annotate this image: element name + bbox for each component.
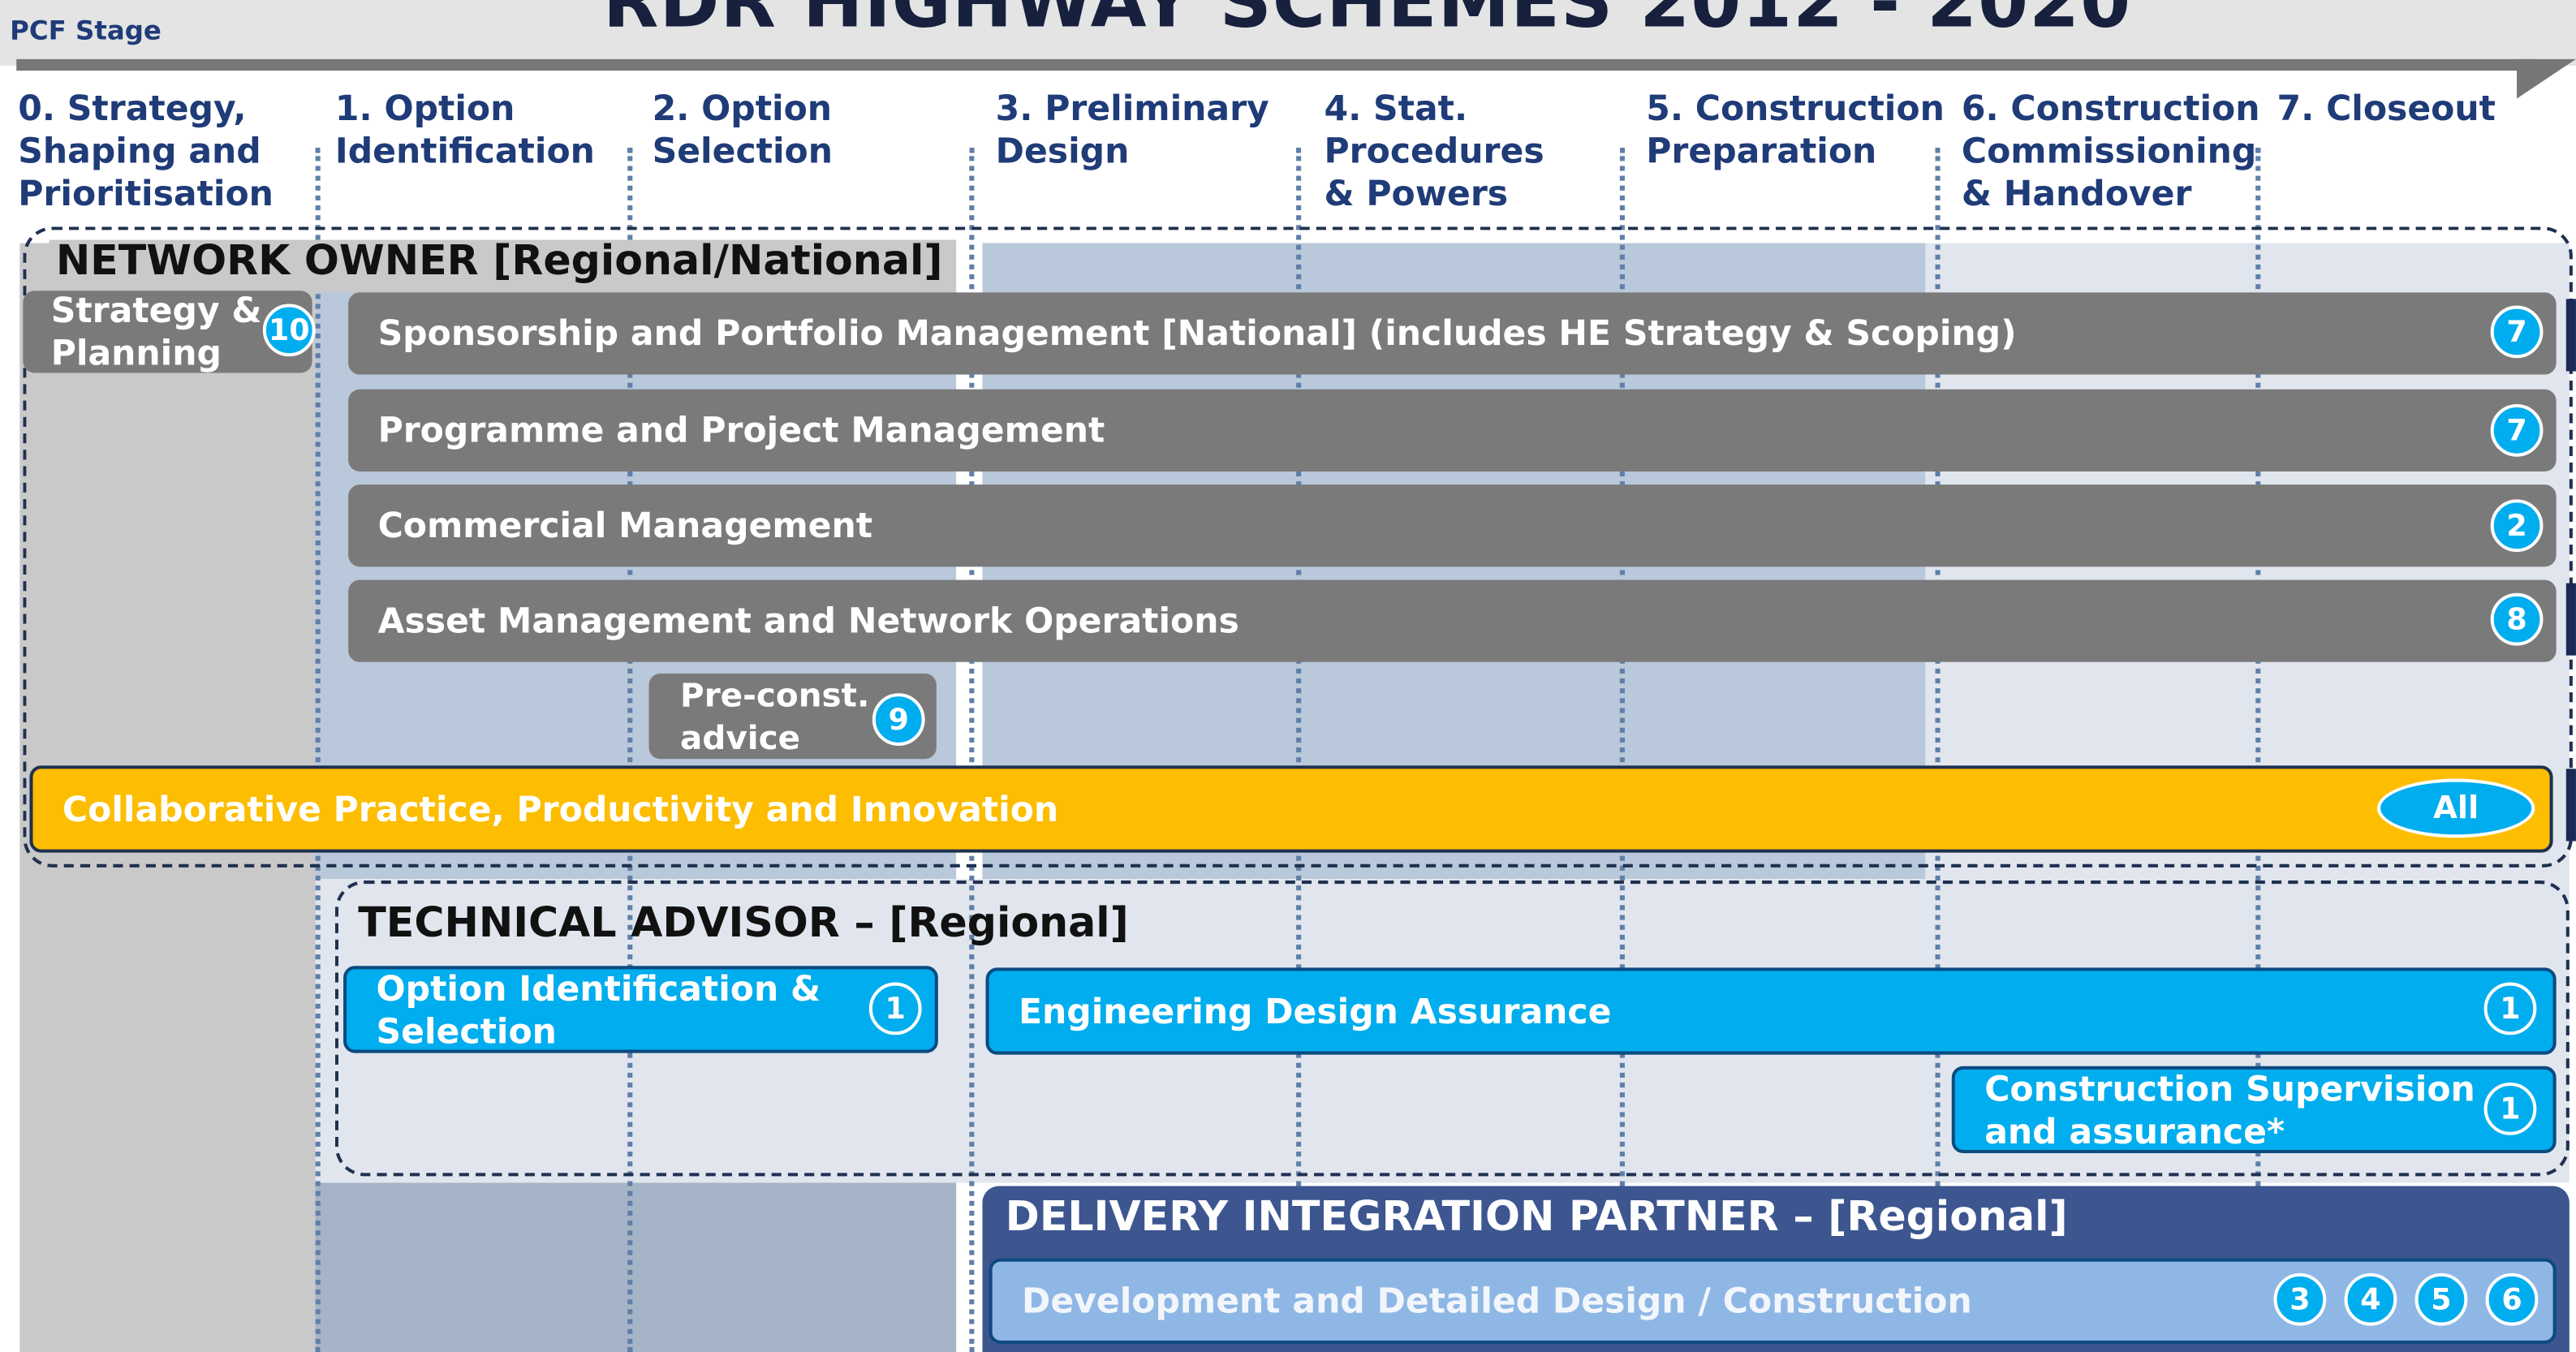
stage-2-label: 2. Option Selection (652, 88, 834, 171)
stage-7-label: 7. Closeout (2277, 88, 2496, 128)
development-badge-3: 3 (2273, 1272, 2327, 1326)
diagram-title: RDR HIGHWAY SCHEMES 2012 - 2020 (602, 0, 2132, 45)
development-badge-4: 4 (2344, 1272, 2397, 1326)
stage-3-label: 3. Preliminary Design (995, 88, 1269, 171)
asset-management-bar: Asset Management and Network Operations (348, 579, 2557, 662)
collab-all-badge: All (2377, 778, 2535, 838)
edge-tab (2565, 299, 2576, 372)
collaborative-practice-label: Collaborative Practice, Productivity and… (62, 789, 1059, 829)
asset-badge: 8 (2490, 592, 2544, 646)
asset-management-label: Asset Management and Network Operations (377, 601, 1239, 641)
timeline-arrow-icon (2517, 58, 2576, 99)
stage-4-label: 4. Stat. Procedures & Powers (1324, 88, 1544, 214)
sponsorship-bar: Sponsorship and Portfolio Management [Na… (348, 292, 2557, 375)
development-badge-6: 6 (2485, 1272, 2539, 1326)
preconst-badge: 9 (872, 693, 925, 747)
pcf-diagram: PCF Stage RDR HIGHWAY SCHEMES 2012 - 202… (0, 0, 2576, 1352)
preconst-advice-label: Pre-const. advice (680, 674, 870, 758)
construction-badge: 1 (2483, 1083, 2537, 1135)
edge-tab (2565, 769, 2576, 842)
stage-1-label: 1. Option Identification (334, 88, 595, 171)
network-owner-title: NETWORK OWNER [Regional/National] (55, 236, 943, 285)
pcf-stage-label: PCF Stage (10, 15, 162, 46)
construction-supervision-label: Construction Supervision and assurance* (1984, 1068, 2475, 1152)
edge-tab (2565, 583, 2576, 656)
commercial-badge: 2 (2490, 499, 2544, 553)
technical-advisor-title: TECHNICAL ADVISOR – [Regional] (358, 898, 1129, 946)
commercial-bar: Commercial Management (348, 484, 2557, 567)
engineering-design-assurance-label: Engineering Design Assurance (1019, 991, 1612, 1031)
sponsorship-badge: 7 (2490, 305, 2544, 359)
sponsorship-label: Sponsorship and Portfolio Management [Na… (377, 313, 2017, 354)
programme-label: Programme and Project Management (377, 411, 1105, 450)
programme-bar: Programme and Project Management (348, 389, 2557, 471)
commercial-label: Commercial Management (377, 506, 873, 546)
programme-badge: 7 (2490, 403, 2544, 457)
strategy-planning-label: Strategy & Planning (50, 291, 262, 373)
option-identification-bar: Option Identification & Selection (343, 966, 938, 1053)
development-detailed-design-label: Development and Detailed Design / Constr… (1022, 1281, 1972, 1321)
engineering-badge: 1 (2483, 982, 2537, 1036)
option-identification-label: Option Identification & Selection (376, 968, 821, 1051)
delivery-partner-title: DELIVERY INTEGRATION PARTNER – [Regional… (1005, 1192, 2068, 1241)
strategy-badge: 10 (262, 304, 316, 357)
engineering-design-assurance-bar: Engineering Design Assurance (985, 967, 2557, 1055)
collaborative-practice-bar: Collaborative Practice, Productivity and… (29, 765, 2553, 853)
development-badge-5: 5 (2414, 1272, 2468, 1326)
stage-5-label: 5. Construction Preparation (1646, 88, 1945, 171)
construction-supervision-bar: Construction Supervision and assurance* (1951, 1066, 2557, 1154)
stage-0-label: 0. Strategy, Shaping and Prioritisation (18, 88, 274, 214)
stage-1-2-column-lower (315, 1179, 957, 1352)
stage-6-label: 6. Construction Commissioning & Handover (1961, 88, 2260, 214)
option-badge: 1 (868, 982, 922, 1036)
header-divider (16, 58, 2534, 71)
